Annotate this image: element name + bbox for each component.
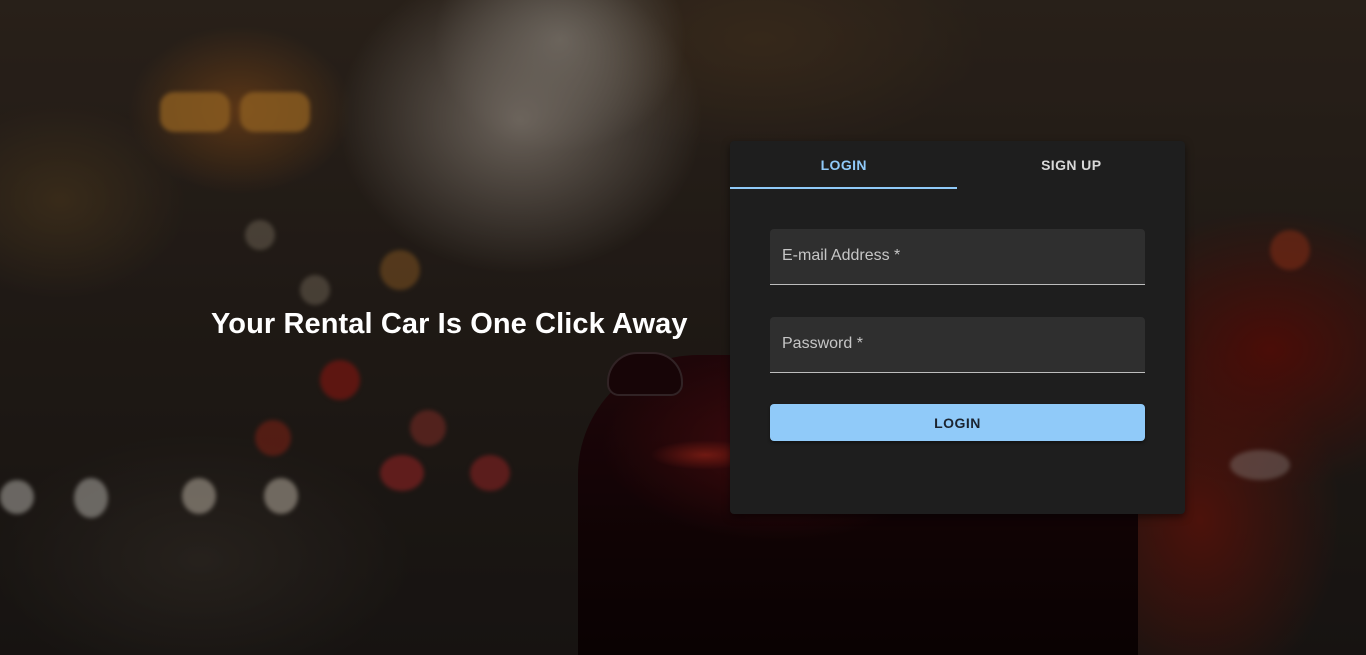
tab-login[interactable]: LOGIN [730, 141, 958, 189]
login-button[interactable]: LOGIN [770, 404, 1145, 441]
email-field-container: E-mail Address * [770, 229, 1145, 285]
auth-tabs: LOGIN SIGN UP [730, 141, 1185, 189]
email-field[interactable] [770, 229, 1145, 284]
auth-panel: LOGIN SIGN UP E-mail Address * Password … [730, 141, 1185, 514]
login-form: E-mail Address * Password * LOGIN [730, 189, 1185, 441]
password-field-container: Password * [770, 317, 1145, 373]
active-tab-indicator [730, 187, 957, 189]
tab-sign-up[interactable]: SIGN UP [958, 141, 1186, 189]
hero-headline: Your Rental Car Is One Click Away [211, 308, 688, 340]
password-field[interactable] [770, 317, 1145, 372]
